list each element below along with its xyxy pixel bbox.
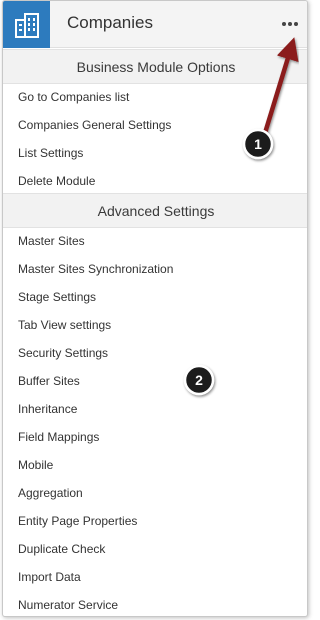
menu-item-companies-general-settings[interactable]: Companies General Settings [18,115,171,135]
menu-item-entity-page-properties[interactable]: Entity Page Properties [18,511,137,531]
menu-item-duplicate-check[interactable]: Duplicate Check [18,539,105,559]
more-options-button[interactable] [277,13,303,35]
menu-item-go-to-companies-list[interactable]: Go to Companies list [18,87,129,107]
menu-item-security-settings[interactable]: Security Settings [18,343,108,363]
menu-item-inheritance[interactable]: Inheritance [18,399,77,419]
menu-item-list-settings[interactable]: List Settings [18,143,83,163]
panel-header: Companies [3,1,307,48]
menu-item-field-mappings[interactable]: Field Mappings [18,427,99,447]
menu-item-master-sites-synchronization[interactable]: Master Sites Synchronization [18,259,173,279]
module-options-panel: Companies Business Module Options Go to … [2,0,308,617]
menu-item-numerator-service[interactable]: Numerator Service [18,595,118,615]
more-horizontal-icon [281,22,286,26]
menu-item-stage-settings[interactable]: Stage Settings [18,287,96,307]
menu-item-master-sites[interactable]: Master Sites [18,231,85,251]
menu-item-import-data[interactable]: Import Data [18,567,81,587]
menu-item-mobile[interactable]: Mobile [18,455,53,475]
menu-item-aggregation[interactable]: Aggregation [18,483,83,503]
menu-item-buffer-sites[interactable]: Buffer Sites [18,371,80,391]
menu-item-tab-view-settings[interactable]: Tab View settings [18,315,111,335]
section-header-business-options: Business Module Options [3,49,307,84]
section-header-advanced-settings: Advanced Settings [3,193,307,228]
page-title: Companies [67,13,153,32]
menu-item-delete-module[interactable]: Delete Module [18,171,95,191]
building-icon [3,1,50,48]
